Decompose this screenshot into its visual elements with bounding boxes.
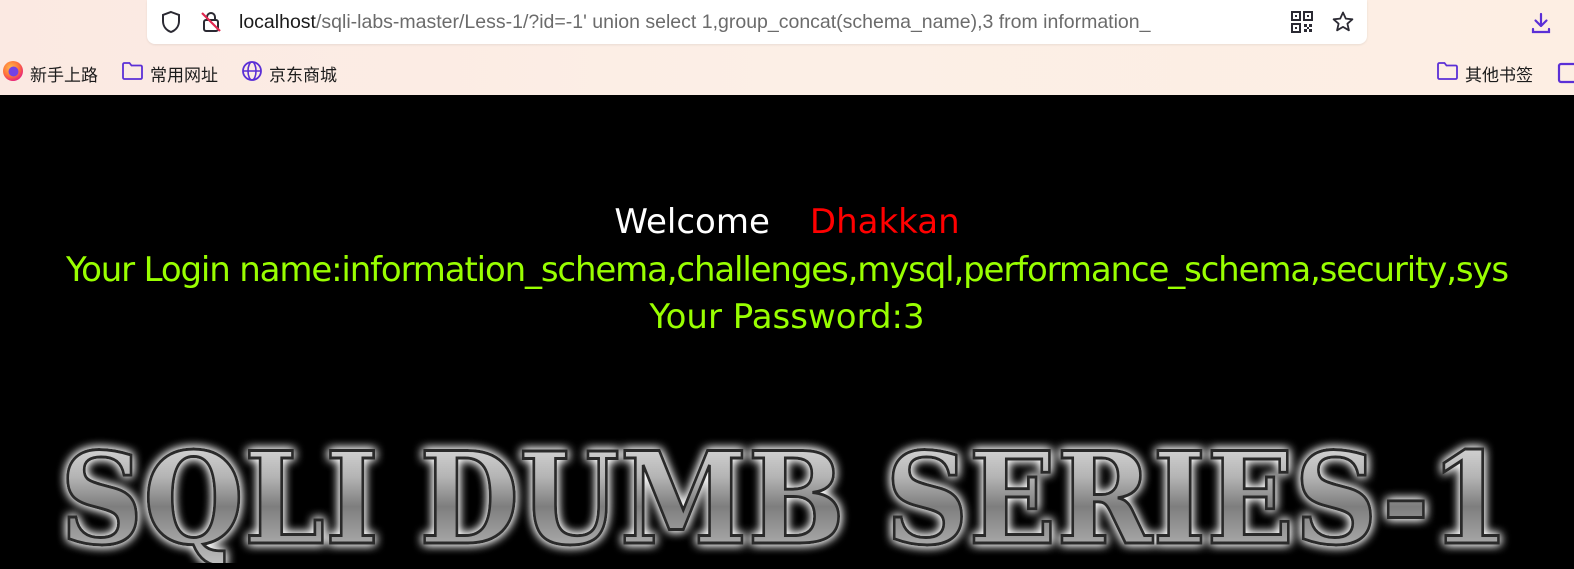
url-path: /sqli-labs-master/Less-1/?id=-1' union s… xyxy=(315,11,1151,33)
firefox-icon xyxy=(2,60,24,87)
address-bar[interactable]: localhost/sqli-labs-master/Less-1/?id=-1… xyxy=(147,0,1367,44)
banner-text: SQLI DUMB SERIES-1 xyxy=(60,433,1510,563)
bookmark-item[interactable]: 常用网址 xyxy=(121,58,218,88)
welcome-line: Welcome Dhakkan xyxy=(0,201,1574,243)
sidebar-toggle-icon[interactable] xyxy=(1557,58,1574,88)
bookmark-label: 常用网址 xyxy=(150,65,218,86)
browser-chrome: localhost/sqli-labs-master/Less-1/?id=-1… xyxy=(0,0,1574,95)
globe-icon xyxy=(241,60,263,87)
url-text[interactable]: localhost/sqli-labs-master/Less-1/?id=-1… xyxy=(239,10,1184,34)
user-name: Dhakkan xyxy=(809,202,960,242)
insecure-lock-icon[interactable] xyxy=(198,9,224,35)
other-bookmarks-label: 其他书签 xyxy=(1465,65,1533,86)
other-bookmarks[interactable]: 其他书签 xyxy=(1436,58,1533,88)
bookmark-star-icon[interactable] xyxy=(1330,9,1356,35)
password-line: Your Password:3 xyxy=(649,297,925,337)
page-content: Welcome Dhakkan Your Login name:informati… xyxy=(0,95,1574,569)
qr-code-icon[interactable] xyxy=(1289,9,1315,35)
download-icon[interactable] xyxy=(1527,9,1555,37)
bookmark-label: 京东商城 xyxy=(269,65,337,86)
bookmark-item[interactable]: 京东商城 xyxy=(241,58,337,88)
bookmarks-toolbar: 新手上路 常用网址 京东商城 其他书签 xyxy=(0,58,1574,88)
folder-icon xyxy=(1436,61,1459,86)
url-host: localhost xyxy=(239,11,316,33)
folder-icon xyxy=(121,61,144,86)
bookmark-item[interactable]: 新手上路 xyxy=(2,58,98,88)
bookmark-label: 新手上路 xyxy=(30,65,98,86)
welcome-text: Welcome xyxy=(614,202,770,242)
sqli-dumb-series-banner: SQLI DUMB SERIES-1 xyxy=(59,433,1512,563)
shield-icon[interactable] xyxy=(158,9,184,35)
login-name-line: Your Login name:information_schema,chall… xyxy=(66,250,1509,290)
